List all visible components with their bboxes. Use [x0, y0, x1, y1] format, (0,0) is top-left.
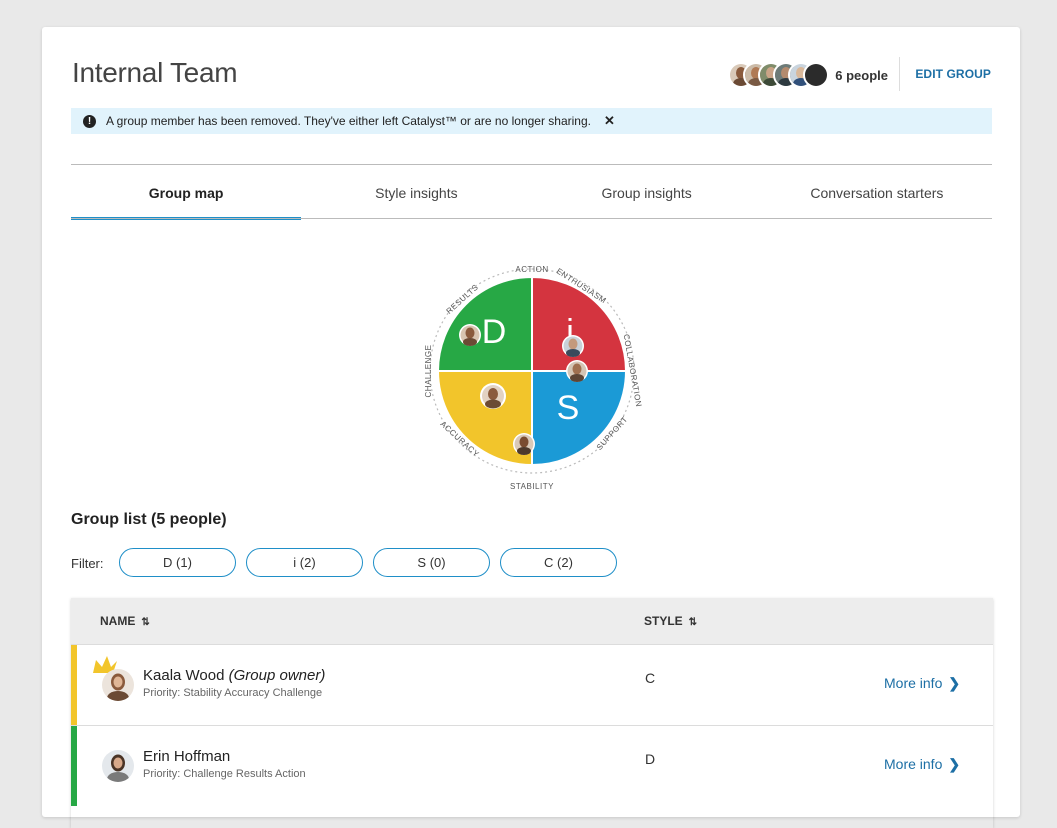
tab-group-insights[interactable]: Group insights	[532, 166, 762, 219]
group-members-summary[interactable]: 6 people	[728, 60, 888, 90]
header-divider	[899, 57, 900, 91]
table-row[interactable]: Erin Hoffman Priority: Challenge Results…	[71, 725, 993, 806]
ring-label-challenge: CHALLENGE	[424, 345, 433, 398]
owner-label: (Group owner)	[228, 667, 326, 684]
sort-icon[interactable]: ⇅	[141, 617, 149, 628]
table-header: NAME ⇅ STYLE ⇅	[71, 598, 993, 644]
ring-label-action: ACTION	[515, 265, 548, 274]
member-avatar-i-2[interactable]	[566, 360, 588, 382]
people-count[interactable]: 6 people	[835, 68, 888, 83]
member-priority: Priority: Challenge Results Action	[143, 768, 306, 780]
column-header-style[interactable]: STYLE ⇅	[644, 614, 697, 628]
member-style: D	[645, 751, 656, 767]
tab-group-map[interactable]: Group map	[71, 166, 302, 220]
tab-conversation-starters[interactable]: Conversation starters	[762, 166, 992, 219]
member-avatar-d[interactable]	[459, 324, 481, 346]
more-info-link[interactable]: More info ❯	[884, 756, 960, 773]
member-name: Erin Hoffman	[143, 748, 231, 765]
group-list-title: Group list (5 people)	[71, 511, 227, 528]
ring-label-stability: STABILITY	[510, 482, 554, 491]
tab-bar: Group map Style insights Group insights …	[71, 166, 992, 220]
divider	[71, 218, 992, 219]
member-avatar-c-1[interactable]	[480, 383, 506, 409]
removed-member-alert: ! A group member has been removed. They'…	[71, 108, 992, 134]
tab-style-insights[interactable]: Style insights	[301, 166, 531, 219]
close-icon[interactable]: ✕	[604, 113, 615, 129]
page-title: Internal Team	[72, 57, 238, 88]
avatar	[803, 62, 830, 88]
edit-group-button[interactable]: EDIT GROUP	[915, 67, 991, 81]
member-name: Kaala Wood (Group owner)	[143, 667, 326, 684]
chevron-right-icon: ❯	[948, 675, 961, 691]
group-card: Internal Team 6 people EDIT GROUP ! A gr…	[42, 27, 1020, 817]
disc-group-map: D i S ACTION ENTHUSIASM COLLABORATION SU…	[424, 265, 643, 491]
style-color-bar	[71, 726, 77, 806]
filter-chip-s[interactable]: S (0)	[373, 548, 490, 577]
avatar	[102, 750, 134, 782]
quadrant-i: i	[531, 275, 628, 372]
quadrant-s-letter: S	[557, 389, 580, 427]
table-row[interactable]: Kaala Wood (Group owner) Priority: Stabi…	[71, 644, 993, 725]
alert-text: A group member has been removed. They've…	[106, 114, 591, 128]
filter-chip-c[interactable]: C (2)	[500, 548, 617, 577]
member-avatar-i-1[interactable]	[562, 335, 584, 357]
filter-chip-d[interactable]: D (1)	[119, 548, 236, 577]
member-priority: Priority: Stability Accuracy Challenge	[143, 687, 323, 699]
more-info-link[interactable]: More info ❯	[884, 675, 960, 692]
style-filters: D (1) i (2) S (0) C (2)	[119, 548, 627, 577]
avatar	[102, 669, 134, 701]
quadrant-s: S	[531, 370, 628, 467]
column-header-name[interactable]: NAME ⇅	[100, 614, 150, 628]
info-icon: !	[83, 114, 96, 128]
quadrant-d-letter: D	[482, 313, 507, 351]
chevron-right-icon: ❯	[948, 756, 961, 772]
member-style: C	[645, 670, 656, 686]
divider	[71, 164, 992, 165]
member-avatar-c-2[interactable]	[513, 433, 535, 455]
member-avatars[interactable]	[728, 62, 830, 88]
quadrant-d: D	[436, 275, 533, 372]
style-color-bar	[71, 645, 77, 725]
group-members-table: NAME ⇅ STYLE ⇅ Kaala Wood (Group owner) Pr…	[71, 598, 993, 828]
sort-icon[interactable]: ⇅	[689, 617, 697, 628]
filter-chip-i[interactable]: i (2)	[246, 548, 363, 577]
filter-label: Filter:	[71, 556, 104, 571]
